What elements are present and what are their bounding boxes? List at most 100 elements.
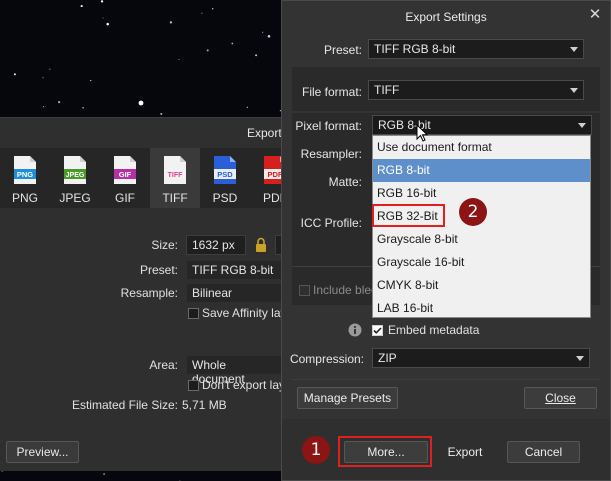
option-cmyk-8-bit[interactable]: CMYK 8-bit (373, 274, 590, 297)
jpeg-file-icon: JPEG (64, 156, 86, 184)
option-grayscale-16-bit[interactable]: Grayscale 16-bit (373, 251, 590, 274)
format-label-gif: GIF (115, 191, 135, 205)
compression-value: ZIP (378, 351, 397, 365)
star (57, 100, 61, 104)
size-label: Size: (151, 238, 178, 252)
mouse-cursor-icon (416, 124, 428, 142)
star (267, 35, 271, 38)
include-bleed-checkbox[interactable] (299, 285, 310, 296)
area-select[interactable]: Whole document (186, 355, 286, 386)
preset-label: Preset: (139, 263, 178, 277)
resample-select[interactable]: Bilinear (186, 283, 286, 303)
preset-select[interactable]: TIFF RGB 8-bit (186, 260, 286, 280)
svg-text:GIF: GIF (119, 170, 132, 179)
file-format-value: TIFF (374, 83, 400, 97)
star (201, 12, 203, 14)
icc-profile-label: ICC Profile: (300, 216, 362, 230)
settings-preset-dropdown[interactable]: TIFF RGB 8-bit (368, 39, 584, 59)
star (262, 31, 264, 33)
star (178, 58, 180, 61)
star (206, 49, 209, 52)
svg-text:JPEG: JPEG (66, 172, 85, 179)
bright-star (138, 100, 144, 106)
compression-dropdown[interactable]: ZIP (372, 348, 590, 368)
format-tab-psd[interactable]: PSD PSD (200, 148, 250, 208)
include-bleed-label: Include blee (313, 283, 378, 297)
star (100, 0, 104, 3)
format-tab-jpeg[interactable]: JPEG JPEG (50, 148, 100, 208)
estimated-size-value: 5,71 MB (182, 398, 227, 412)
star (42, 77, 44, 79)
star (42, 106, 45, 108)
highlight-more-button (338, 436, 432, 467)
star (246, 106, 249, 109)
close-button[interactable]: Close (524, 387, 597, 409)
format-label-tiff: TIFF (162, 191, 188, 205)
gif-file-icon: GIF (114, 156, 136, 184)
star (49, 68, 51, 70)
svg-text:PNG: PNG (17, 170, 33, 179)
star (102, 17, 104, 19)
area-label: Area: (149, 358, 178, 372)
estimated-size-label: Estimated File Size: (71, 398, 178, 412)
svg-text:TIFF: TIFF (168, 172, 183, 179)
star (169, 21, 172, 24)
chevron-down-icon (578, 123, 586, 128)
settings-preset-value: TIFF RGB 8-bit (374, 42, 456, 56)
tiff-file-icon: TIFF (164, 156, 186, 184)
star (13, 73, 16, 76)
format-tab-png[interactable]: PNG PNG (0, 148, 50, 208)
step-badge-2: 2 (459, 198, 487, 226)
star (106, 22, 109, 26)
star (255, 54, 258, 57)
dont-export-label: Don't export lay (202, 378, 285, 392)
star (82, 106, 84, 109)
option-use-document-format[interactable]: Use document format (373, 136, 590, 159)
info-icon[interactable] (348, 323, 362, 337)
export-settings-title: Export Settings (405, 10, 487, 24)
star (103, 473, 105, 475)
highlight-rgb-32-bit (372, 204, 445, 227)
embed-metadata-label: Embed metadata (388, 323, 480, 337)
option-rgb-8-bit[interactable]: RGB 8-bit (373, 159, 590, 182)
export-button[interactable]: Export (435, 441, 495, 463)
close-icon[interactable]: ✕ (587, 7, 603, 23)
chevron-down-icon (570, 47, 578, 52)
format-label-psd: PSD (212, 191, 238, 205)
star (80, 5, 83, 8)
format-label-png: PNG (11, 191, 38, 205)
export-dialog-title: Export (247, 126, 282, 140)
option-grayscale-8-bit[interactable]: Grayscale 8-bit (373, 228, 590, 251)
lock-icon[interactable] (255, 237, 267, 253)
star (212, 8, 214, 10)
cancel-button[interactable]: Cancel (507, 441, 580, 463)
chevron-down-icon (576, 356, 584, 361)
format-tab-tiff[interactable]: TIFF TIFF (150, 148, 200, 208)
file-format-dropdown[interactable]: TIFF (368, 80, 584, 100)
settings-preset-label: Preset: (323, 43, 362, 57)
star (90, 79, 92, 82)
save-affinity-checkbox[interactable] (188, 308, 199, 319)
file-format-label: File format: (301, 85, 362, 99)
psd-file-icon: PSD (214, 156, 236, 184)
compression-label: Compression: (289, 352, 364, 366)
dont-export-checkbox[interactable] (188, 380, 199, 391)
matte-label: Matte: (328, 175, 362, 189)
divider (292, 379, 600, 380)
resample-label: Resample: (120, 286, 178, 300)
resampler-label: Resampler: (300, 147, 362, 161)
format-label-jpeg: JPEG (59, 191, 91, 205)
embed-metadata-checkbox[interactable] (372, 325, 383, 336)
pixel-format-label: Pixel format: (295, 119, 362, 133)
step-badge-1: 1 (302, 436, 330, 464)
size-width-field[interactable]: 1632 px (186, 235, 246, 255)
manage-presets-button[interactable]: Manage Presets (297, 387, 398, 409)
option-lab-16-bit[interactable]: LAB 16-bit (373, 297, 590, 320)
preview-button[interactable]: Preview... (6, 441, 79, 463)
format-tab-gif[interactable]: GIF GIF (100, 148, 150, 208)
pixel-format-dropdown[interactable]: RGB 8-bit (372, 115, 592, 135)
star (231, 42, 234, 45)
save-affinity-label: Save Affinity lay (202, 306, 287, 320)
checkmark-icon (373, 327, 382, 334)
chevron-down-icon (570, 88, 578, 93)
